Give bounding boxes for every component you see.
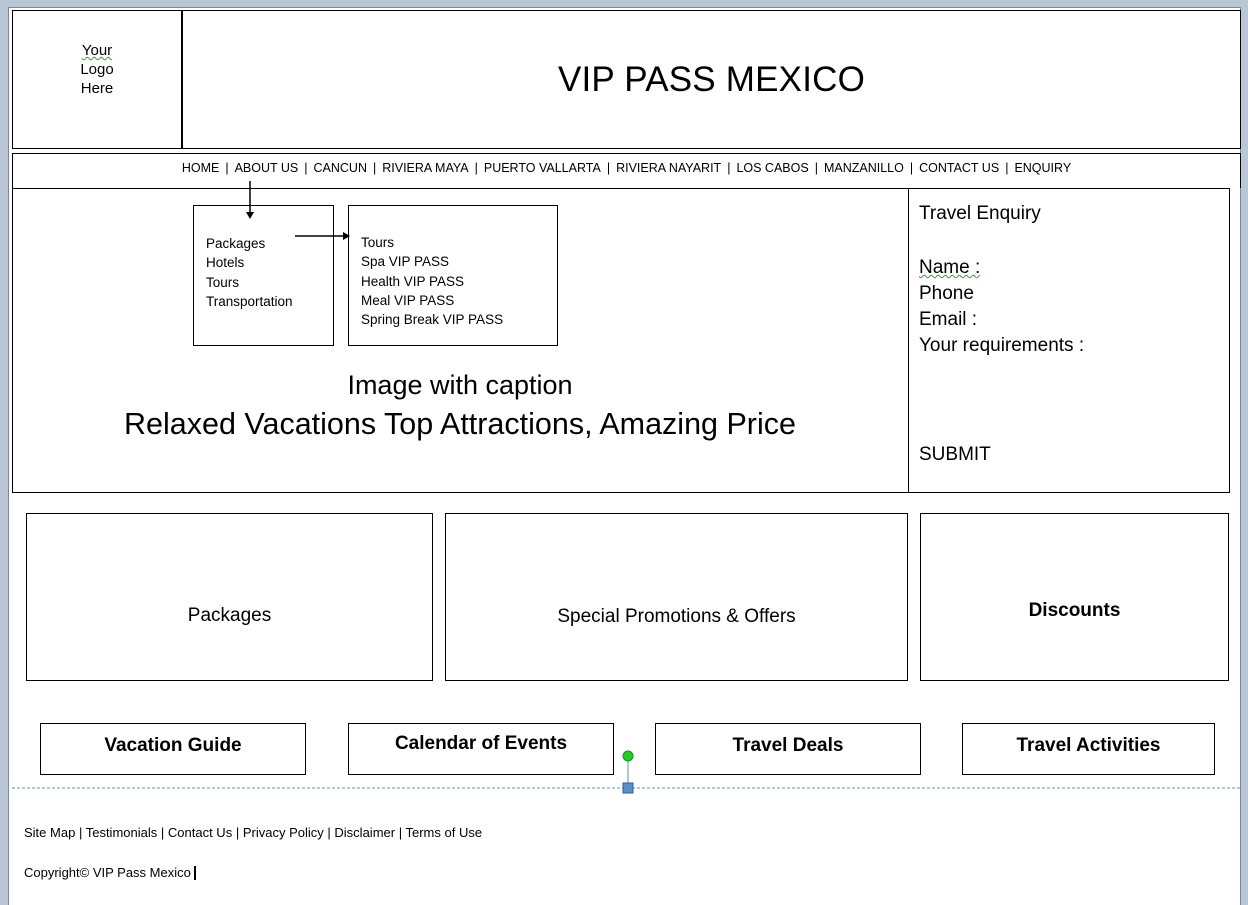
vacation-guide-label: Vacation Guide xyxy=(104,735,242,756)
footer-testimonials[interactable]: Testimonials xyxy=(86,825,158,840)
nav-cancun[interactable]: CANCUN xyxy=(314,161,367,175)
discounts-box[interactable]: Discounts xyxy=(920,513,1229,681)
packages-box[interactable]: Packages xyxy=(26,513,433,681)
calendar-of-events-label: Calendar of Events xyxy=(394,733,568,754)
promotions-box[interactable]: Special Promotions & Offers xyxy=(445,513,908,681)
cancun-dropdown: Packages Hotels Tours Transportation xyxy=(193,205,334,346)
dropdown-item-transportation[interactable]: Transportation xyxy=(206,292,293,311)
calendar-of-events-button[interactable]: Calendar of Events xyxy=(348,723,614,775)
hero-caption-text: Relaxed Vacations Top Attractions, Amazi… xyxy=(124,407,796,441)
footer-privacy-policy[interactable]: Privacy Policy xyxy=(243,825,324,840)
nav-los-cabos[interactable]: LOS CABOS xyxy=(736,161,808,175)
footer-terms-of-use[interactable]: Terms of Use xyxy=(405,825,482,840)
footer-contact-us[interactable]: Contact Us xyxy=(168,825,232,840)
travel-activities-label: Travel Activities xyxy=(1016,735,1161,756)
logo-text: Your Logo Here xyxy=(80,42,114,97)
travel-enquiry-form: Travel Enquiry Name : Phone Email : Your… xyxy=(908,188,1230,493)
name-label: Name : xyxy=(919,257,981,278)
submenu-item-health-vip-pass[interactable]: Health VIP PASS xyxy=(361,272,503,291)
text-cursor xyxy=(193,866,196,880)
phone-field[interactable]: Phone xyxy=(919,283,974,305)
footer-copyright[interactable]: Copyright© VIP Pass Mexico xyxy=(24,865,196,880)
submenu-item-meal-vip-pass[interactable]: Meal VIP PASS xyxy=(361,291,503,310)
logo-placeholder[interactable]: Your Logo Here xyxy=(12,10,182,149)
submenu-item-spring-break-vip-pass[interactable]: Spring Break VIP PASS xyxy=(361,310,503,329)
hero-caption-title: Image with caption xyxy=(347,370,573,400)
footer-links: Site Map | Testimonials | Contact Us | P… xyxy=(24,825,483,840)
nav-riviera-nayarit[interactable]: RIVIERA NAYARIT xyxy=(616,161,721,175)
nav-home[interactable]: HOME xyxy=(182,161,220,175)
footer-disclaimer[interactable]: Disclaimer xyxy=(334,825,395,840)
resize-handle-icon xyxy=(622,782,634,794)
rotate-handle-icon xyxy=(622,750,634,762)
packages-submenu: Tours Spa VIP PASS Health VIP PASS Meal … xyxy=(348,205,558,346)
nav-items: HOME | ABOUT US | CANCUN | RIVIERA MAYA | PUERTO… xyxy=(181,161,1072,175)
dropdown-item-hotels[interactable]: Hotels xyxy=(206,253,293,272)
nav-enquiry[interactable]: ENQUIRY xyxy=(1014,161,1071,175)
travel-deals-button[interactable]: Travel Deals xyxy=(655,723,921,775)
main-nav: HOME | ABOUT US | CANCUN | RIVIERA MAYA | PUERTO… xyxy=(12,153,1241,188)
enquiry-title: Travel Enquiry xyxy=(919,203,1041,224)
email-field[interactable]: Email : xyxy=(919,309,977,331)
dropdown-item-packages[interactable]: Packages xyxy=(206,234,293,253)
travel-activities-button[interactable]: Travel Activities xyxy=(962,723,1215,775)
copyright-text: Copyright© VIP Pass Mexico xyxy=(24,865,191,880)
nav-about-us[interactable]: ABOUT US xyxy=(235,161,299,175)
dropdown-item-tours[interactable]: Tours xyxy=(206,273,293,292)
name-field[interactable]: Name : xyxy=(919,257,980,279)
nav-manzanillo[interactable]: MANZANILLO xyxy=(824,161,904,175)
nav-puerto-vallarta[interactable]: PUERTO VALLARTA xyxy=(484,161,601,175)
requirements-field[interactable]: Your requirements : xyxy=(919,335,1084,357)
packages-box-label: Packages xyxy=(187,605,272,626)
vacation-guide-button[interactable]: Vacation Guide xyxy=(40,723,306,775)
travel-deals-label: Travel Deals xyxy=(732,735,844,756)
promotions-box-label: Special Promotions & Offers xyxy=(557,606,796,627)
nav-riviera-maya[interactable]: RIVIERA MAYA xyxy=(382,161,468,175)
submenu-item-spa-vip-pass[interactable]: Spa VIP PASS xyxy=(361,252,503,271)
discounts-box-label: Discounts xyxy=(1028,600,1121,621)
footer-site-map[interactable]: Site Map xyxy=(24,825,75,840)
site-title: VIP PASS MEXICO xyxy=(557,60,866,99)
submit-button[interactable]: SUBMIT xyxy=(919,444,991,466)
site-header: VIP PASS MEXICO xyxy=(182,10,1241,149)
nav-contact-us[interactable]: CONTACT US xyxy=(919,161,999,175)
submenu-item-tours[interactable]: Tours xyxy=(361,233,503,252)
